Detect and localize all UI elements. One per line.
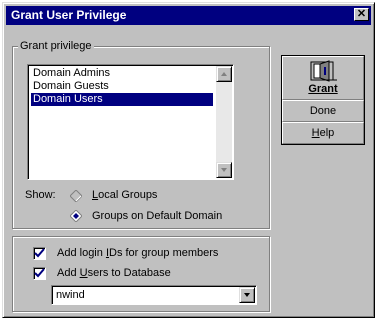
- door-icon: [310, 60, 337, 82]
- grant-button[interactable]: Grant: [282, 56, 364, 100]
- radio-default-domain-label: Groups on Default Domain: [92, 210, 223, 222]
- checkmark-icon: [34, 268, 45, 278]
- radio-default-domain[interactable]: [70, 210, 82, 222]
- list-item-domain-guests[interactable]: Domain Guests: [31, 80, 111, 93]
- done-button[interactable]: Done: [282, 100, 364, 122]
- grant-button-label: Grant: [308, 83, 338, 95]
- radio-local-groups-label: Local Groups: [92, 189, 158, 201]
- add-users-to-database-checkbox[interactable]: [33, 267, 46, 280]
- dropdown-arrow-icon: [244, 293, 250, 297]
- checkmark-icon: [34, 248, 45, 258]
- list-item-domain-admins[interactable]: Domain Admins: [31, 67, 112, 80]
- database-select-value: nwind: [56, 289, 85, 301]
- database-select-dropdown-button[interactable]: [239, 287, 255, 303]
- help-button-label: Help: [311, 127, 335, 139]
- scroll-up-arrow-icon: [221, 72, 227, 76]
- list-item-domain-users[interactable]: Domain Users: [31, 93, 213, 106]
- add-login-ids-checkbox[interactable]: [33, 247, 46, 260]
- listbox-scrollbar[interactable]: [216, 66, 232, 178]
- help-button[interactable]: Help: [282, 122, 364, 144]
- grant-privilege-legend: Grant privilege: [18, 40, 94, 52]
- radio-local-groups[interactable]: [70, 190, 82, 202]
- scroll-up-button[interactable]: [216, 66, 232, 82]
- done-button-label: Done: [309, 105, 337, 117]
- window-title: Grant User Privilege: [11, 8, 127, 22]
- show-label: Show:: [25, 189, 56, 201]
- close-icon: ✕: [356, 8, 367, 20]
- add-login-ids-label: Add login IDs for group members: [57, 247, 219, 259]
- scroll-down-button[interactable]: [216, 162, 232, 178]
- action-button-panel: Grant Done Help: [281, 55, 365, 145]
- add-users-to-database-label: Add Users to Database: [57, 267, 171, 279]
- close-button[interactable]: ✕: [354, 8, 369, 21]
- database-select[interactable]: nwind: [51, 285, 257, 305]
- scroll-down-arrow-icon: [221, 168, 227, 172]
- title-bar: Grant User Privilege ✕: [6, 6, 371, 25]
- grant-user-privilege-dialog: Grant User Privilege ✕ Grant privilege D…: [2, 2, 375, 318]
- group-listbox[interactable]: Domain Admins Domain Guests Domain Users: [27, 64, 234, 180]
